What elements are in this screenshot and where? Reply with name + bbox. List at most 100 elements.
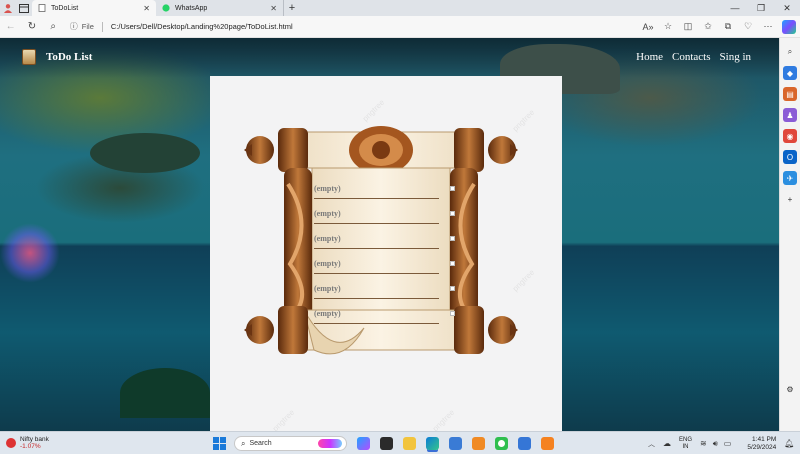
- scroll-logo-icon: [22, 49, 36, 65]
- background-light-glow: [0, 223, 60, 283]
- onedrive-icon[interactable]: ☁: [663, 439, 671, 448]
- workspaces-icon[interactable]: [16, 0, 32, 16]
- profile-icon[interactable]: [0, 0, 16, 16]
- outlook-icon[interactable]: O: [783, 150, 797, 164]
- nav-links: Home Contacts Sing in: [627, 51, 751, 63]
- close-window-icon[interactable]: ✕: [774, 0, 800, 16]
- store-icon[interactable]: [449, 437, 462, 450]
- copilot-icon[interactable]: [782, 19, 797, 34]
- url-divider: [101, 21, 103, 32]
- info-icon[interactable]: ⓘ: [70, 21, 78, 32]
- drop-icon[interactable]: ✈: [783, 171, 797, 185]
- site-brand[interactable]: ToDo List: [22, 49, 92, 65]
- sidebar-search-icon[interactable]: ⌕: [783, 45, 797, 59]
- new-tab-button[interactable]: +: [284, 0, 300, 16]
- sublime-icon[interactable]: [472, 437, 485, 450]
- clock-date: 5/29/2024: [747, 443, 777, 451]
- tab-todolist[interactable]: ToDoList ✕: [32, 0, 156, 16]
- watermark: pngtree: [270, 407, 297, 431]
- back-icon[interactable]: ←: [0, 16, 21, 38]
- stock-down-icon: [6, 438, 16, 448]
- notification-bell-icon[interactable]: 🔔︎: [784, 439, 794, 448]
- todo-card: pngtree pngtree pngtree pngtree pngtree …: [210, 76, 562, 431]
- ring-app-icon[interactable]: [495, 437, 508, 450]
- todo-item-text[interactable]: (empty): [314, 284, 341, 293]
- shopping-tag-icon[interactable]: ◆: [783, 66, 797, 80]
- todo-item-text[interactable]: (empty): [314, 184, 341, 193]
- task-view-icon[interactable]: [380, 437, 393, 450]
- edge-taskbar-icon[interactable]: [426, 437, 439, 450]
- add-sidebar-app-icon[interactable]: +: [783, 192, 797, 206]
- todo-item-divider: [314, 198, 439, 199]
- taskbar-apps: ⌕ Search: [213, 432, 554, 454]
- scroll-illustration: [244, 126, 518, 355]
- stock-widget[interactable]: Nifty bank -1.07%: [6, 436, 49, 450]
- stock-name: Nifty bank: [20, 436, 49, 443]
- collections-icon[interactable]: ⧉: [718, 16, 738, 38]
- browser-essentials-icon[interactable]: ♡: [738, 16, 758, 38]
- window-controls: — ❐ ✕: [722, 0, 800, 16]
- background-palm-island: [120, 368, 210, 418]
- url-text[interactable]: C:/Users/Dell/Desktop/Landing%20page/ToD…: [111, 22, 293, 31]
- read-aloud-icon[interactable]: A»: [638, 16, 658, 38]
- wifi-icon[interactable]: ≋: [700, 439, 707, 448]
- maximize-icon[interactable]: ❐: [748, 0, 774, 16]
- todo-item-text[interactable]: (empty): [314, 209, 341, 218]
- taskbar-search[interactable]: ⌕ Search: [234, 436, 347, 451]
- tab-whatsapp[interactable]: WhatsApp ✕: [156, 0, 284, 16]
- todo-item-checkbox[interactable]: [450, 186, 455, 191]
- file-explorer-icon[interactable]: [403, 437, 416, 450]
- todo-item-checkbox[interactable]: [450, 261, 455, 266]
- web-page: ToDo List Home Contacts Sing in pngtree …: [0, 38, 779, 431]
- microsoft-365-icon[interactable]: ◉: [783, 129, 797, 143]
- site-navbar: ToDo List Home Contacts Sing in: [0, 38, 779, 76]
- favorite-star-icon[interactable]: ☆: [658, 16, 678, 38]
- split-screen-icon[interactable]: ◫: [678, 16, 698, 38]
- browser-titlebar: ToDoList ✕ WhatsApp ✕ + — ❐ ✕: [0, 0, 800, 16]
- chevron-up-icon[interactable]: ︿: [648, 439, 655, 449]
- todo-item-checkbox[interactable]: [450, 286, 455, 291]
- nav-link-sign-in[interactable]: Sing in: [720, 51, 751, 63]
- browser-toolbar: A» ☆ ◫ ✩ ⧉ ♡ ⋯: [638, 16, 800, 38]
- windows-start-icon[interactable]: [213, 437, 226, 450]
- stock-change: -1.07%: [20, 443, 41, 450]
- battery-icon[interactable]: ▭: [724, 439, 732, 448]
- url-field[interactable]: ⓘ File C:/Users/Dell/Desktop/Landing%20p…: [70, 19, 638, 35]
- search-icon[interactable]: ⌕: [43, 16, 64, 38]
- background-island: [90, 133, 200, 173]
- close-tab-icon[interactable]: ✕: [143, 4, 150, 13]
- address-bar: ← ↻ ⌕ ⓘ File C:/Users/Dell/Desktop/Landi…: [0, 16, 800, 38]
- clock[interactable]: 1:41 PM 5/29/2024: [747, 436, 776, 452]
- todo-item-checkbox[interactable]: [450, 211, 455, 216]
- minimize-icon[interactable]: —: [722, 0, 748, 16]
- todo-item-text[interactable]: (empty): [314, 259, 341, 268]
- system-tray: ︿ ☁ ENG IN ≋ 🔊︎ ▭ 1:41 PM 5/29/2024 🔔︎: [648, 432, 794, 454]
- todo-item-checkbox[interactable]: [450, 311, 455, 316]
- nav-link-contacts[interactable]: Contacts: [672, 51, 711, 63]
- todo-item-text[interactable]: (empty): [314, 309, 341, 318]
- favorites-icon[interactable]: ✩: [698, 16, 718, 38]
- stock-text: Nifty bank -1.07%: [20, 436, 49, 450]
- photos-icon[interactable]: [518, 437, 531, 450]
- refresh-icon[interactable]: ↻: [21, 16, 42, 38]
- page-icon: [38, 4, 46, 12]
- lang-code: ENG: [679, 436, 693, 443]
- volume-icon[interactable]: 🔊︎: [713, 439, 718, 449]
- search-highlight-icon: [318, 439, 342, 448]
- tools-bag-icon[interactable]: ▤: [783, 87, 797, 101]
- copilot-taskbar-icon[interactable]: [357, 437, 370, 450]
- todo-item-checkbox[interactable]: [450, 236, 455, 241]
- xampp-icon[interactable]: [541, 437, 554, 450]
- more-menu-icon[interactable]: ⋯: [758, 16, 778, 38]
- whatsapp-icon: [162, 4, 170, 12]
- games-icon[interactable]: ♟: [783, 108, 797, 122]
- screen: ToDoList ✕ WhatsApp ✕ + — ❐ ✕ ← ↻ ⌕ ⓘ Fi…: [0, 0, 800, 454]
- todo-item-text[interactable]: (empty): [314, 234, 341, 243]
- close-tab-icon[interactable]: ✕: [270, 4, 277, 13]
- language-indicator[interactable]: ENG IN: [679, 437, 692, 451]
- nav-link-home[interactable]: Home: [636, 51, 663, 63]
- edge-sidebar: ⌕ ◆ ▤ ♟ ◉ O ✈ + ⚙: [779, 38, 800, 431]
- tab-title: WhatsApp: [175, 4, 208, 12]
- region-code: IN: [682, 443, 689, 450]
- sidebar-settings-icon[interactable]: ⚙: [783, 382, 797, 396]
